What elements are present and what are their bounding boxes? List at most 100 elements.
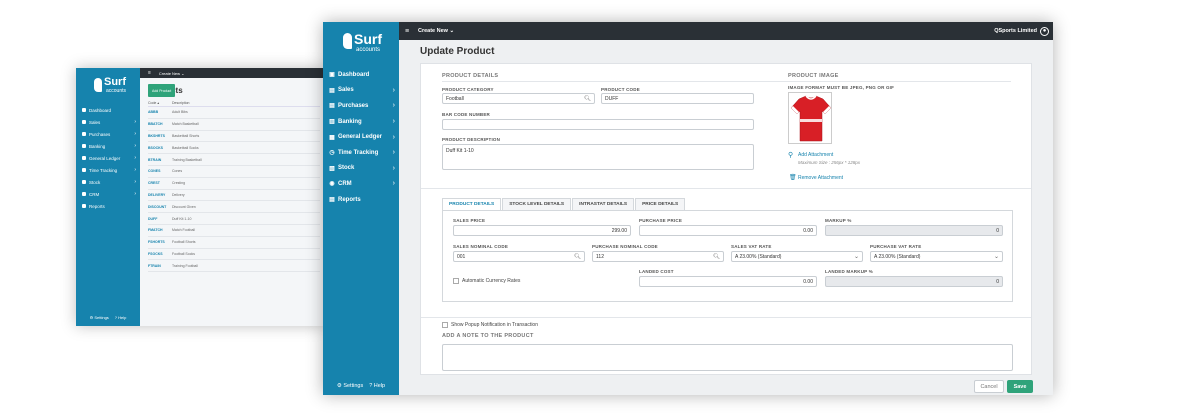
sales-vat-select[interactable]: A 23.00% (Standard) ⌄ xyxy=(731,251,863,262)
product-description-textarea[interactable]: Duff Kit 1-10 xyxy=(442,144,754,170)
sales-nominal-input[interactable]: 001 🔍︎ xyxy=(453,251,585,262)
add-product-button[interactable]: Add Product xyxy=(148,84,176,97)
product-description-cell: Adult Bibs xyxy=(172,110,188,115)
tab-stock-level-details[interactable]: STOCK LEVEL DETAILS xyxy=(502,198,572,210)
product-code-cell: CONES xyxy=(148,169,161,174)
sidebar-item-dashboard[interactable]: ▣ Dashboard xyxy=(323,67,399,83)
company-name[interactable]: QSports Limited xyxy=(994,28,1037,34)
add-attachment-link[interactable]: Add Attachment xyxy=(798,152,833,158)
purchase-vat-select[interactable]: A 23.00% (Standard) ⌄ xyxy=(870,251,1003,262)
table-row[interactable]: BTRAIN Training Basketball xyxy=(148,154,320,166)
help-link[interactable]: ? Help xyxy=(369,383,385,389)
column-header-description[interactable]: Description xyxy=(172,101,190,105)
sidebar-item-stock[interactable]: ▧ Stock › xyxy=(323,161,399,177)
purchase-price-input[interactable]: 0.00 xyxy=(639,225,817,236)
tab-price-details[interactable]: PRICE DETAILS xyxy=(635,198,686,210)
cancel-button[interactable]: Cancel xyxy=(974,380,1004,393)
back-nav-label: Purchases xyxy=(89,131,111,137)
table-row[interactable]: DELIVERY Delivery xyxy=(148,190,320,202)
sidebar-item-crm[interactable]: ◉ CRM › xyxy=(323,176,399,192)
back-sidebar-footer: ⚙ Settings ? Help xyxy=(76,315,140,320)
search-icon[interactable]: 🔍︎ xyxy=(584,96,591,102)
sidebar-item-general-ledger[interactable]: ▦ General Ledger › xyxy=(323,129,399,145)
sidebar-item-sales[interactable]: ▤ Sales › xyxy=(323,83,399,99)
chevron-right-icon: › xyxy=(134,191,136,197)
sidebar-item-purchases[interactable]: ▤ Purchases › xyxy=(323,98,399,114)
sidebar-item-banking[interactable]: ▥ Banking › xyxy=(323,114,399,130)
back-logo-sub: accounts xyxy=(106,88,127,94)
sales-price-input[interactable]: 299.00 xyxy=(453,225,631,236)
search-icon[interactable]: 🔍︎ xyxy=(574,254,581,260)
table-row[interactable]: DUFF Duff Kit 1-10 xyxy=(148,213,320,225)
table-row[interactable]: ABBB Adult Bibs xyxy=(148,107,320,119)
back-nav-item-time-tracking[interactable]: Time Tracking › xyxy=(76,164,140,176)
barcode-input[interactable] xyxy=(442,119,754,130)
back-settings-link[interactable]: ⚙ Settings xyxy=(90,315,109,320)
remove-attachment-link[interactable]: Remove Attachment xyxy=(798,175,843,181)
landed-markup-value: 0 xyxy=(996,278,999,285)
table-row[interactable]: CONES Cones xyxy=(148,166,320,178)
column-header-code[interactable]: Code ▴ xyxy=(148,101,172,105)
tab-intrastat-details[interactable]: INTRASTAT DETAILS xyxy=(572,198,635,210)
user-icon[interactable]: ● xyxy=(1040,26,1049,36)
sidebar-item-label: Stock xyxy=(338,165,355,172)
landed-cost-input[interactable]: 0.00 xyxy=(639,276,817,287)
product-code-cell: FMATCH xyxy=(148,228,163,233)
table-row[interactable]: BBATCH Match Basketball xyxy=(148,119,320,131)
table-row[interactable]: BSOCKS Basketball Socks xyxy=(148,142,320,155)
table-row[interactable]: BKSHRTS Basketball Shorts xyxy=(148,131,320,143)
search-icon[interactable]: 🔍︎ xyxy=(713,254,720,260)
back-nav-item-reports[interactable]: Reports xyxy=(76,200,140,212)
topbar: ≡ Create New ⌄ QSports Limited ● xyxy=(399,22,1053,40)
table-row[interactable]: FSHORTS Football Shorts xyxy=(148,237,320,249)
auto-currency-checkbox[interactable] xyxy=(453,278,459,284)
table-row[interactable]: FSOCKS Football Socks xyxy=(148,249,320,261)
tab-product-details[interactable]: PRODUCT DETAILS xyxy=(442,198,502,210)
purchase-nominal-input[interactable]: 112 🔍︎ xyxy=(592,251,724,262)
reports-icon xyxy=(82,204,86,208)
product-image-header: PRODUCT IMAGE xyxy=(788,73,839,79)
paperclip-icon[interactable]: ⚲ xyxy=(788,151,793,159)
clock-icon xyxy=(82,168,86,172)
settings-link[interactable]: ⚙ Settings xyxy=(337,383,363,389)
trash-icon[interactable]: 🗑︎ xyxy=(789,174,797,181)
table-row[interactable]: DISCOUNT Discount Given xyxy=(148,201,320,214)
banking-icon xyxy=(82,144,86,148)
table-row[interactable]: CREST Cresting xyxy=(148,178,320,190)
create-new-dropdown[interactable]: Create New ⌄ xyxy=(418,28,454,34)
chevron-right-icon: › xyxy=(392,149,395,157)
product-code-input[interactable]: DUFF xyxy=(601,93,754,104)
menu-icon[interactable]: ≡ xyxy=(399,28,415,35)
purchases-icon xyxy=(82,132,86,136)
back-nav-item-crm[interactable]: CRM › xyxy=(76,188,140,200)
popup-notification-checkbox[interactable] xyxy=(442,322,448,328)
sales-nominal-value: 001 xyxy=(457,253,466,260)
barcode-label: BAR CODE NUMBER xyxy=(442,112,490,117)
menu-icon[interactable]: ≡ xyxy=(148,70,151,76)
purchase-price-value: 0.00 xyxy=(803,227,813,234)
popup-notification-label: Show Popup Notification in Transaction xyxy=(451,322,538,328)
back-nav-item-purchases[interactable]: Purchases › xyxy=(76,128,140,140)
table-row[interactable]: FMATCH Match Football xyxy=(148,225,320,237)
back-create-new[interactable]: Create New ⌄ xyxy=(159,71,185,76)
surf-logo-icon xyxy=(343,33,352,49)
sidebar-item-label: General Ledger xyxy=(338,134,383,141)
product-category-input[interactable]: Football 🔍︎ xyxy=(442,93,595,104)
sidebar-item-time-tracking[interactable]: ◷ Time Tracking › xyxy=(323,145,399,161)
chevron-down-icon: ⌄ xyxy=(993,254,999,260)
page-title: Update Product xyxy=(420,46,495,57)
back-nav-item-dashboard[interactable]: Dashboard xyxy=(76,104,140,116)
chevron-right-icon: › xyxy=(392,102,395,110)
save-button[interactable]: Save xyxy=(1007,380,1033,393)
table-row[interactable]: FTRAIN Training Football xyxy=(148,260,320,273)
back-nav-item-general-ledger[interactable]: General Ledger › xyxy=(76,152,140,164)
back-help-link[interactable]: ? Help xyxy=(115,315,127,320)
sidebar-item-reports[interactable]: ▤ Reports xyxy=(323,192,399,208)
back-nav-item-sales[interactable]: Sales › xyxy=(76,116,140,128)
logo[interactable]: Surf accounts xyxy=(339,30,389,58)
back-nav-item-banking[interactable]: Banking › xyxy=(76,140,140,152)
ledger-icon: ▦ xyxy=(329,134,335,141)
chevron-right-icon: › xyxy=(392,164,395,172)
back-nav-item-stock[interactable]: Stock › xyxy=(76,176,140,188)
note-textarea[interactable] xyxy=(442,344,1013,371)
